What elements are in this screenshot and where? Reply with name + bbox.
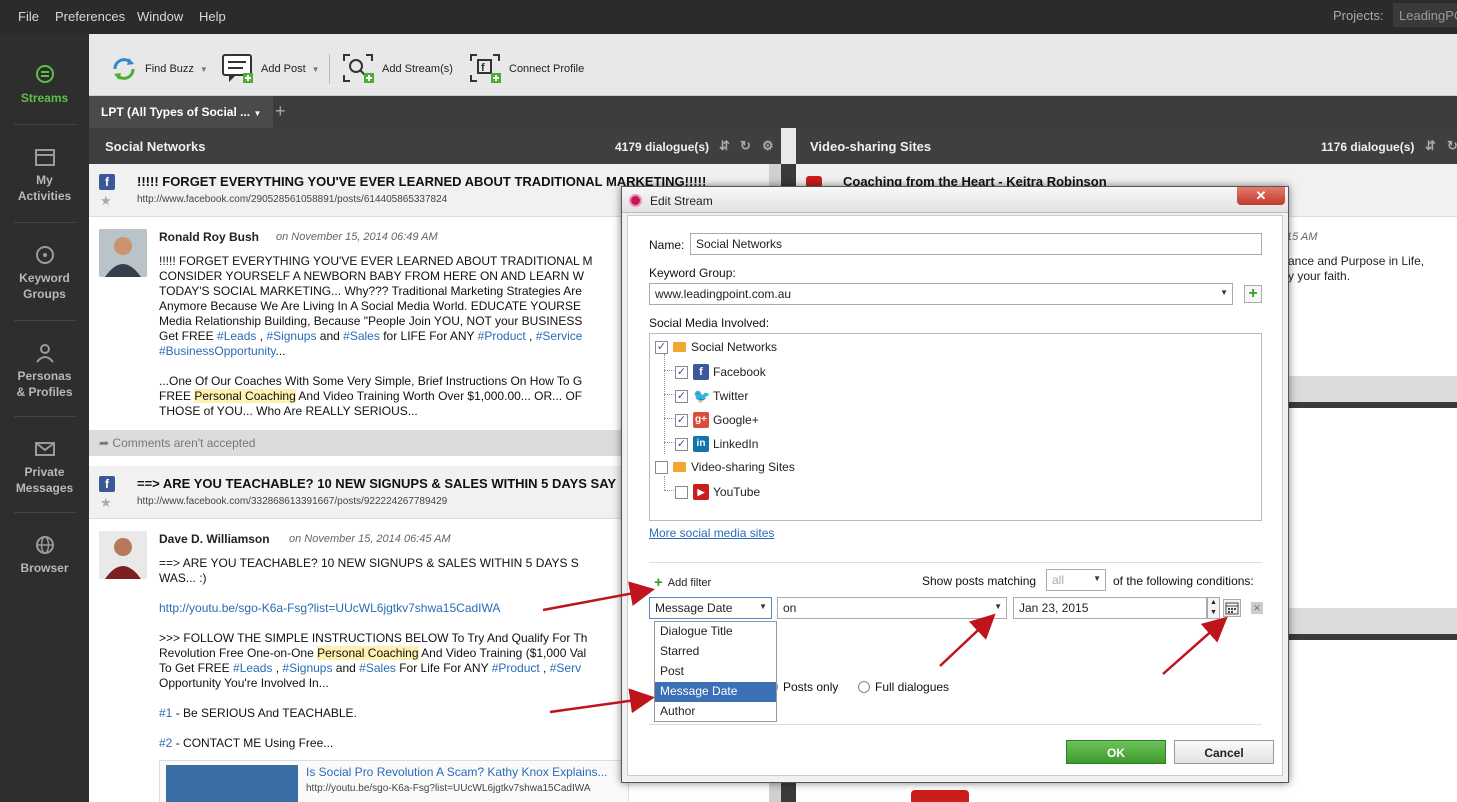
arrow-annotation [549, 688, 655, 714]
arrow-annotation [1162, 616, 1228, 675]
arrow-annotation [542, 581, 655, 612]
annotation-arrows [542, 581, 1228, 714]
arrow-annotation [939, 613, 996, 667]
